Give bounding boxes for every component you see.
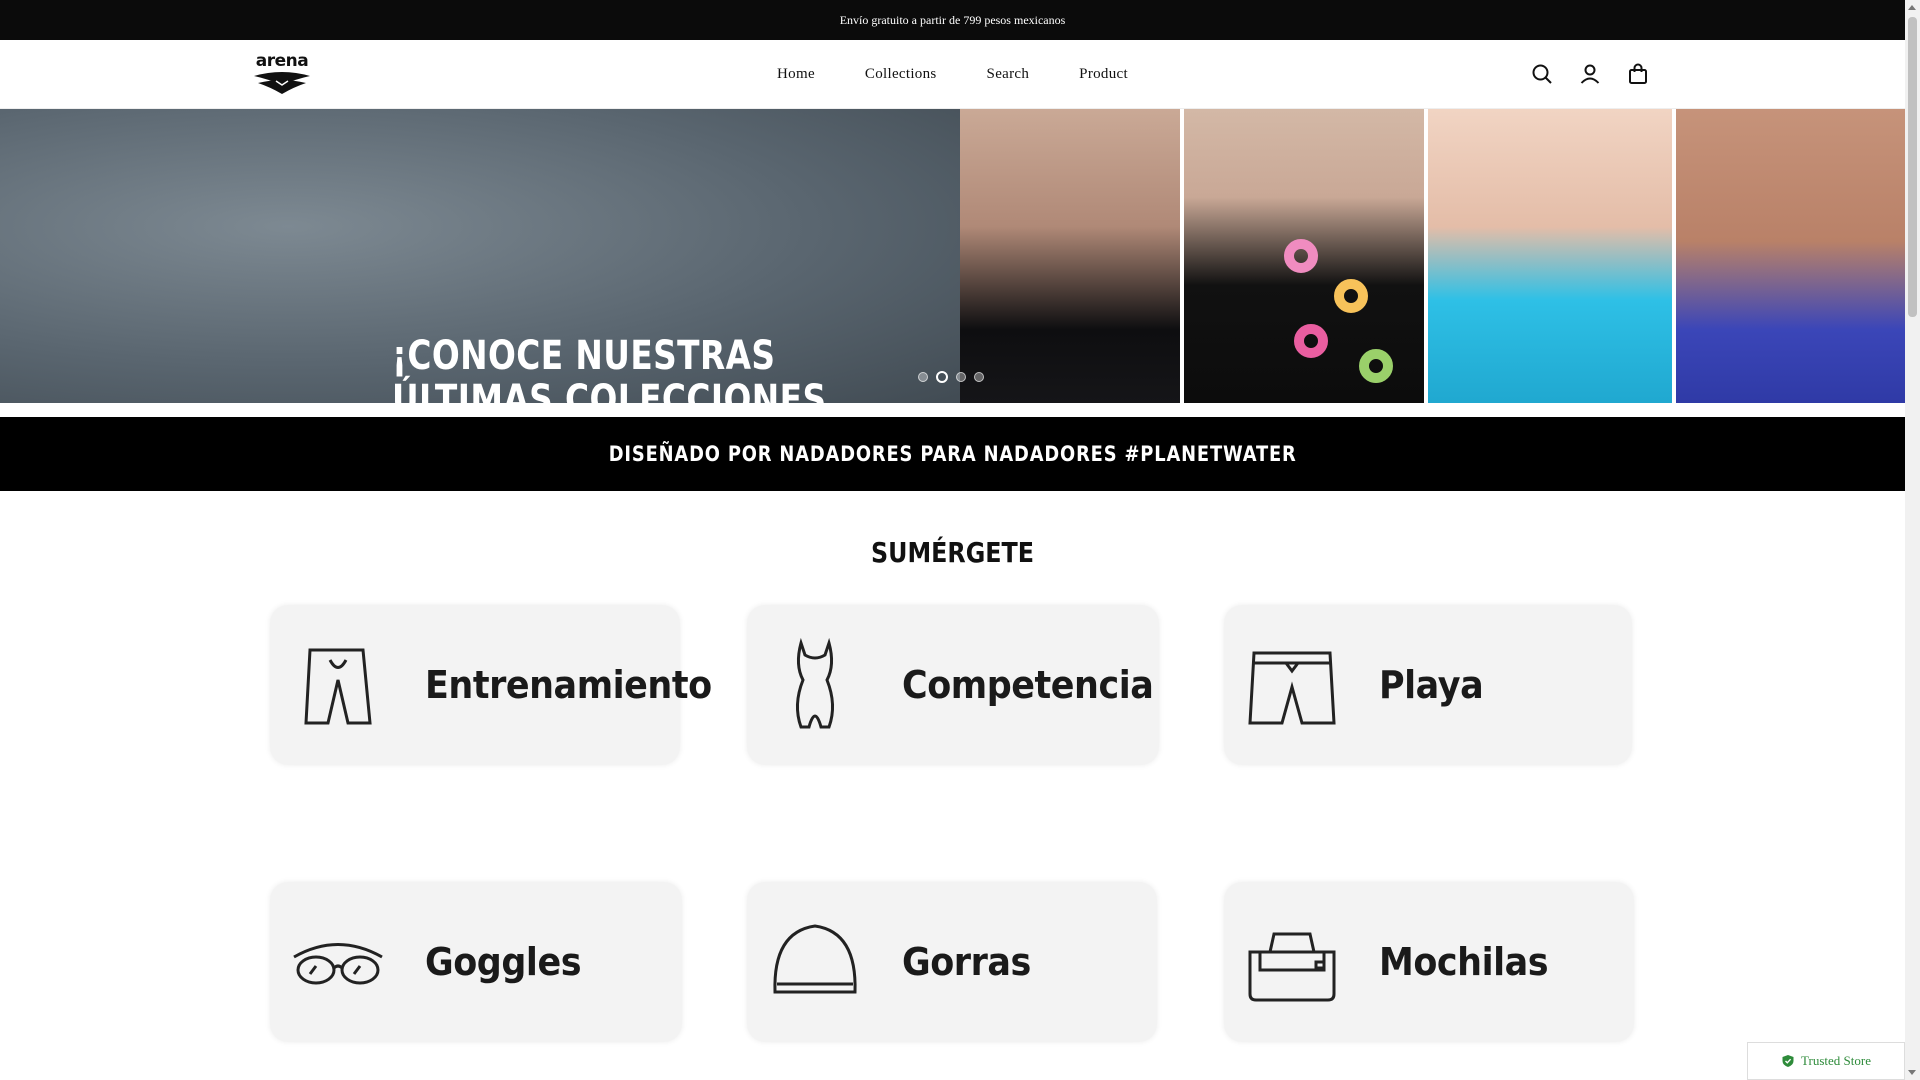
hero-headline-line2: ÚLTIMAS COLECCIONES xyxy=(392,377,827,403)
search-icon[interactable] xyxy=(1530,62,1554,86)
nav-product[interactable]: Product xyxy=(1079,66,1128,83)
page-scrollbar[interactable] xyxy=(1905,0,1920,1080)
category-label: Mochilas xyxy=(1379,940,1549,984)
category-card-goggles[interactable]: Goggles xyxy=(270,882,682,1042)
shield-check-icon xyxy=(1781,1054,1795,1068)
trusted-store-badge[interactable]: Trusted Store xyxy=(1747,1042,1905,1080)
announcement-bar: Envío gratuito a partir de 799 pesos mex… xyxy=(0,0,1905,40)
hero-photo-model-3 xyxy=(1676,109,1905,403)
category-card-mochilas[interactable]: Mochilas xyxy=(1224,882,1634,1042)
tagline-text: DISEÑADO POR NADADORES PARA NADADORES #P… xyxy=(608,442,1297,466)
category-label: Goggles xyxy=(425,940,582,984)
hero-photo-model-1 xyxy=(960,109,1180,403)
boardshorts-icon xyxy=(1242,635,1342,735)
category-card-competencia[interactable]: Competencia xyxy=(747,605,1159,765)
jammer-icon xyxy=(288,635,388,735)
announcement-text: Envío gratuito a partir de 799 pesos mex… xyxy=(839,12,1066,27)
logo-wordmark: arena xyxy=(255,51,309,71)
scroll-up-icon[interactable] xyxy=(1908,5,1916,10)
category-label: Competencia xyxy=(902,663,1154,707)
trusted-store-label: Trusted Store xyxy=(1801,1053,1871,1068)
scroll-down-icon[interactable] xyxy=(1908,1070,1916,1075)
donut-print xyxy=(1359,349,1393,383)
slider-dot-3[interactable] xyxy=(956,372,966,382)
duffel-bag-icon xyxy=(1242,912,1342,1012)
goggles-icon xyxy=(288,912,388,1012)
donut-print xyxy=(1284,239,1318,273)
hero-slider[interactable]: ¡CONOCE NUESTRAS ÚLTIMAS COLECCIONES xyxy=(0,109,1905,403)
category-card-playa[interactable]: Playa xyxy=(1224,605,1632,765)
slider-dot-2[interactable] xyxy=(936,371,948,383)
hero-photo-donut-jammer xyxy=(1184,109,1424,403)
hero-headline: ¡CONOCE NUESTRAS ÚLTIMAS COLECCIONES xyxy=(392,334,827,403)
hero-headline-line1: ¡CONOCE NUESTRAS xyxy=(392,333,776,379)
tagline-banner: DISEÑADO POR NADADORES PARA NADADORES #P… xyxy=(0,417,1905,491)
slider-dot-4[interactable] xyxy=(974,372,984,382)
nav-home[interactable]: Home xyxy=(777,66,815,83)
hero-photo-model-2 xyxy=(1428,109,1672,403)
category-card-gorras[interactable]: Gorras xyxy=(747,882,1157,1042)
brand-logo[interactable]: arena xyxy=(252,52,312,96)
nav-search[interactable]: Search xyxy=(987,66,1030,83)
category-label: Gorras xyxy=(902,940,1031,984)
slider-dot-1[interactable] xyxy=(918,372,928,382)
slider-dots xyxy=(918,371,984,383)
scroll-thumb[interactable] xyxy=(1908,17,1917,317)
account-icon[interactable] xyxy=(1578,62,1602,86)
category-card-entrenamiento[interactable]: Entrenamiento xyxy=(270,605,712,765)
swimsuit-icon xyxy=(765,635,865,735)
section-title: SUMÉRGETE xyxy=(870,536,1035,569)
category-label: Playa xyxy=(1379,663,1484,707)
site-header: Home Collections Search Product arena xyxy=(0,40,1905,109)
donut-print xyxy=(1334,279,1368,313)
donut-print xyxy=(1294,324,1328,358)
nav-collections[interactable]: Collections xyxy=(865,66,937,83)
cart-icon[interactable] xyxy=(1626,62,1650,86)
category-label: Entrenamiento xyxy=(425,663,712,707)
swim-cap-icon xyxy=(765,912,865,1012)
header-icons xyxy=(1530,62,1650,86)
logo-mark-icon xyxy=(254,72,310,94)
